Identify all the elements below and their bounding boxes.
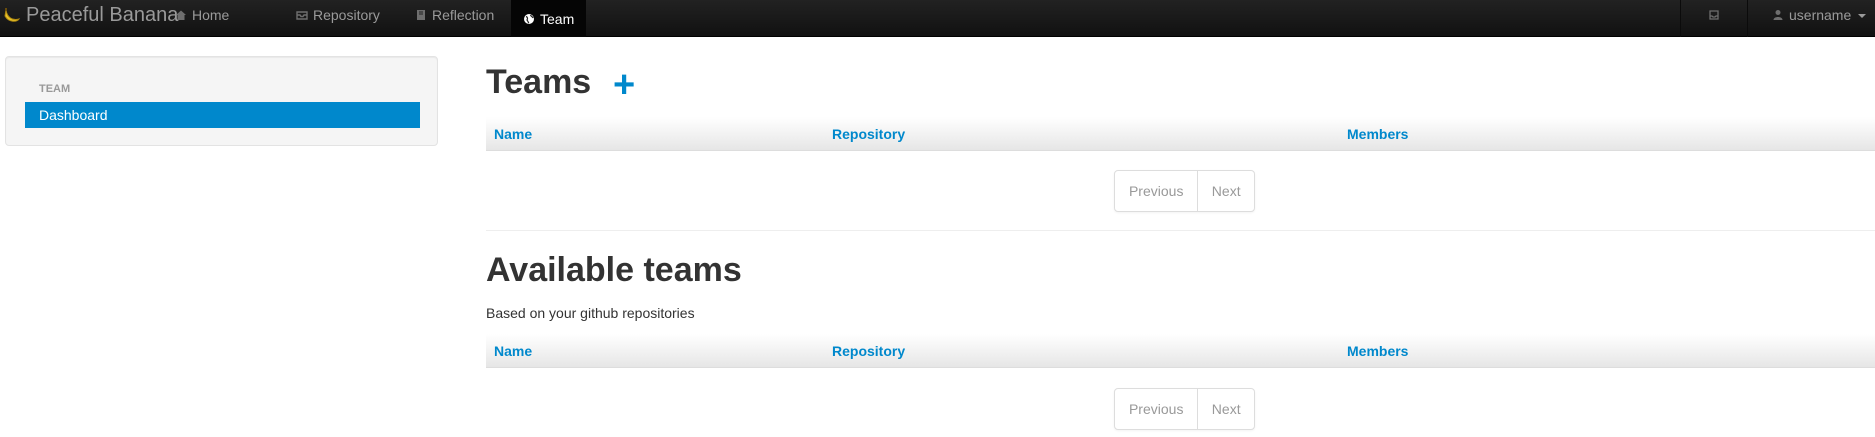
previous-button[interactable]: Previous — [1115, 389, 1199, 429]
previous-button[interactable]: Previous — [1115, 171, 1199, 211]
sidebar-item-dashboard[interactable]: Dashboard — [25, 102, 420, 128]
nav-team-label: Team — [540, 10, 575, 27]
top-navbar: Peaceful Banana Home Repository Reflecti… — [0, 0, 1875, 37]
brand[interactable]: Peaceful Banana — [3, 0, 178, 30]
inbox-icon — [296, 11, 308, 20]
nav-repository-label: Repository — [313, 7, 380, 23]
section-title: Available teams — [486, 251, 742, 289]
user-icon — [1773, 10, 1783, 20]
column-header-name[interactable]: Name — [494, 117, 532, 151]
column-header-members[interactable]: Members — [1347, 334, 1408, 368]
nav-repository[interactable]: Repository — [284, 0, 392, 30]
book-icon — [417, 10, 425, 20]
section-subtitle: Based on your github repositories — [486, 305, 695, 321]
column-header-members[interactable]: Members — [1347, 117, 1408, 151]
banana-logo-icon — [4, 8, 21, 22]
notifications-button[interactable] — [1681, 0, 1747, 30]
nav-team[interactable]: Team — [511, 0, 587, 37]
available-teams-table-header: Name Repository Members — [486, 334, 1875, 368]
add-team-button[interactable]: + — [613, 66, 635, 104]
sidebar: TEAM Dashboard — [5, 56, 438, 146]
column-header-name[interactable]: Name — [494, 334, 532, 368]
navbar-divider — [1747, 0, 1748, 37]
nav-home-label: Home — [192, 7, 230, 23]
column-header-repository[interactable]: Repository — [832, 334, 905, 368]
inbox-icon — [1709, 10, 1719, 20]
nav-reflection-label: Reflection — [432, 7, 495, 23]
brand-name: Peaceful Banana — [26, 3, 179, 26]
globe-icon — [524, 13, 534, 24]
teams-pagination: Previous Next — [1114, 170, 1255, 212]
user-menu[interactable]: username — [1760, 0, 1867, 30]
nav-home[interactable]: Home — [163, 0, 241, 30]
caret-down-icon — [1858, 14, 1867, 18]
sidebar-header: TEAM — [39, 83, 71, 95]
teams-table-header: Name Repository Members — [486, 117, 1875, 151]
section-divider — [486, 230, 1875, 231]
next-button[interactable]: Next — [1198, 171, 1254, 211]
username: username — [1789, 7, 1852, 23]
next-button[interactable]: Next — [1198, 389, 1254, 429]
home-icon — [176, 10, 186, 20]
available-teams-pagination: Previous Next — [1114, 388, 1255, 430]
nav-reflection[interactable]: Reflection — [403, 0, 506, 30]
page-title: Teams — [486, 63, 592, 101]
column-header-repository[interactable]: Repository — [832, 117, 905, 151]
